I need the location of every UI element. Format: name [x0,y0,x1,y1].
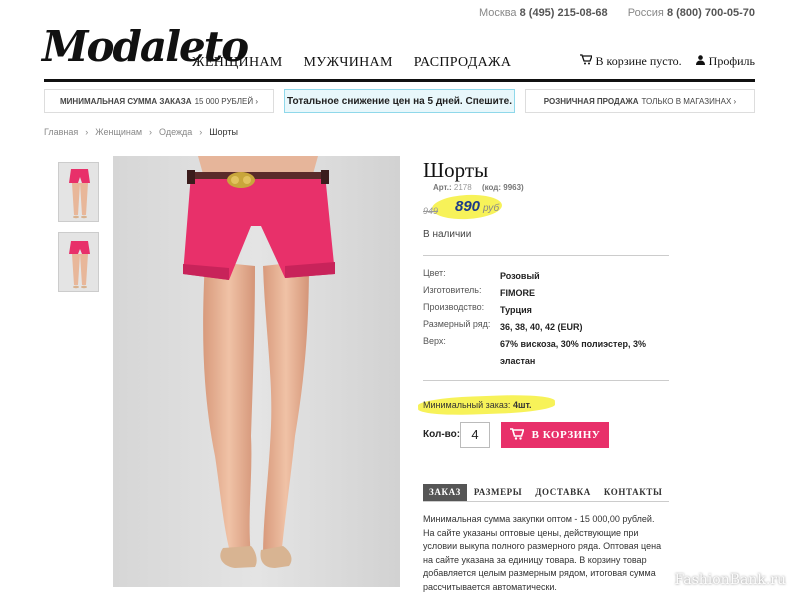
property-row: Верх: 67% вискоза, 30% полиэстер, 3% эла… [423,336,660,372]
property-row: Размерный ряд: 36, 38, 40, 42 (EUR) [423,319,660,336]
min-order-value: 4шт. [512,400,532,410]
product-article: Арт.: 2178 (код: 9963) [433,183,524,192]
breadcrumb: Главная › Женщинам › Одежда › Шорты [44,127,238,137]
property-value: 36, 38, 40, 42 (EUR) [500,322,583,332]
property-key: Размерный ряд: [423,319,491,329]
promo-retail[interactable]: Розничная продажа только в магазинах › [525,89,755,113]
city-russia: Россия [627,7,664,19]
product-title: Шорты [423,158,489,182]
nav-men[interactable]: МУЖЧИНАМ [304,55,393,71]
property-key: Цвет: [423,268,446,278]
breadcrumb-home[interactable]: Главная [44,127,78,137]
header-actions: В корзине пусто. Профиль [579,54,755,69]
tab-contacts[interactable]: КОНТАКТЫ [598,484,669,501]
header-contacts: Москва 8 (495) 215-08-68 Россия 8 (800) … [479,7,755,19]
price: 890 [455,198,481,215]
breadcrumb-clothing[interactable]: Одежда [159,127,192,137]
old-price: 949 [423,206,439,216]
min-order: Минимальный заказ: 4шт. [423,400,532,410]
property-value: Турция [500,305,532,315]
promo-min-order-bold: Минимальная сумма заказа [60,96,192,106]
divider [423,255,669,256]
product-thumbnail-front[interactable] [58,162,99,222]
tab-sizes[interactable]: РАЗМЕРЫ [468,484,528,501]
add-to-cart-button[interactable]: В КОРЗИНУ [501,422,609,448]
nav-women[interactable]: ЖЕНЩИНАМ [192,55,283,71]
article-number: 2178 [453,183,472,192]
main-nav: ЖЕНЩИНАМ МУЖЧИНАМ РАСПРОДАЖА [192,55,532,71]
min-order-label: Минимальный заказ: [423,400,511,410]
promo-bar: Минимальная сумма заказа 15 000 рублей ›… [44,89,755,113]
stock-status: В наличии [423,229,472,240]
promo-retail-text: только в магазинах › [641,96,737,106]
promo-min-order-text: 15 000 рублей › [194,96,258,106]
breadcrumb-sep: › [199,127,203,137]
breadcrumb-women[interactable]: Женщинам [95,127,142,137]
property-value: Розовый [500,271,540,281]
property-row: Изготовитель: FIMORE [423,285,660,302]
product-thumbnail-back[interactable] [58,232,99,292]
tab-content: Минимальная сумма закупки оптом - 15 000… [423,514,662,592]
promo-retail-bold: Розничная продажа [543,96,639,106]
product-main-image[interactable] [113,156,400,587]
phone-moscow[interactable]: 8 (495) 215-08-68 [520,7,608,19]
quantity-input[interactable]: 4 [460,422,490,448]
profile-link[interactable]: Профиль [709,54,755,69]
currency: руб [483,203,500,214]
city-moscow: Москва [478,7,517,19]
user-icon [695,54,705,69]
phone-russia[interactable]: 8 (800) 700-05-70 [667,7,755,19]
product-code: (код: 9963) [481,183,524,192]
cart-status[interactable]: В корзине пусто. [596,54,682,69]
promo-discount[interactable]: Тотальное снижение цен на 5 дней. Спешит… [284,89,515,113]
info-tabs: ЗАКАЗ РАЗМЕРЫ ДОСТАВКА КОНТАКТЫ [423,484,669,502]
cart-icon [509,427,525,443]
breadcrumb-current: Шорты [209,127,238,137]
promo-min-order[interactable]: Минимальная сумма заказа 15 000 рублей › [44,89,274,113]
property-key: Верх: [423,336,446,346]
tab-delivery[interactable]: ДОСТАВКА [529,484,597,501]
cart-icon [579,54,593,69]
property-value: 67% вискоза, 30% полиэстер, 3% эластан [500,339,646,366]
property-row: Цвет: Розовый [423,268,660,285]
nav-sale[interactable]: РАСПРОДАЖА [414,55,512,71]
divider [423,380,669,381]
breadcrumb-sep: › [149,127,153,137]
article-label: Арт.: [433,183,452,192]
add-to-cart-label: В КОРЗИНУ [531,429,601,441]
header-divider [44,79,755,82]
product-properties: Цвет: Розовый Изготовитель: FIMORE Произ… [423,268,660,372]
property-key: Изготовитель: [423,285,482,295]
property-key: Производство: [423,302,485,312]
quantity-label: Кол-во: [423,429,461,440]
tab-order[interactable]: ЗАКАЗ [423,484,467,501]
watermark: FashionBank.ru [674,572,786,588]
property-value: FIMORE [500,288,535,298]
breadcrumb-sep: › [85,127,89,137]
property-row: Производство: Турция [423,302,660,319]
